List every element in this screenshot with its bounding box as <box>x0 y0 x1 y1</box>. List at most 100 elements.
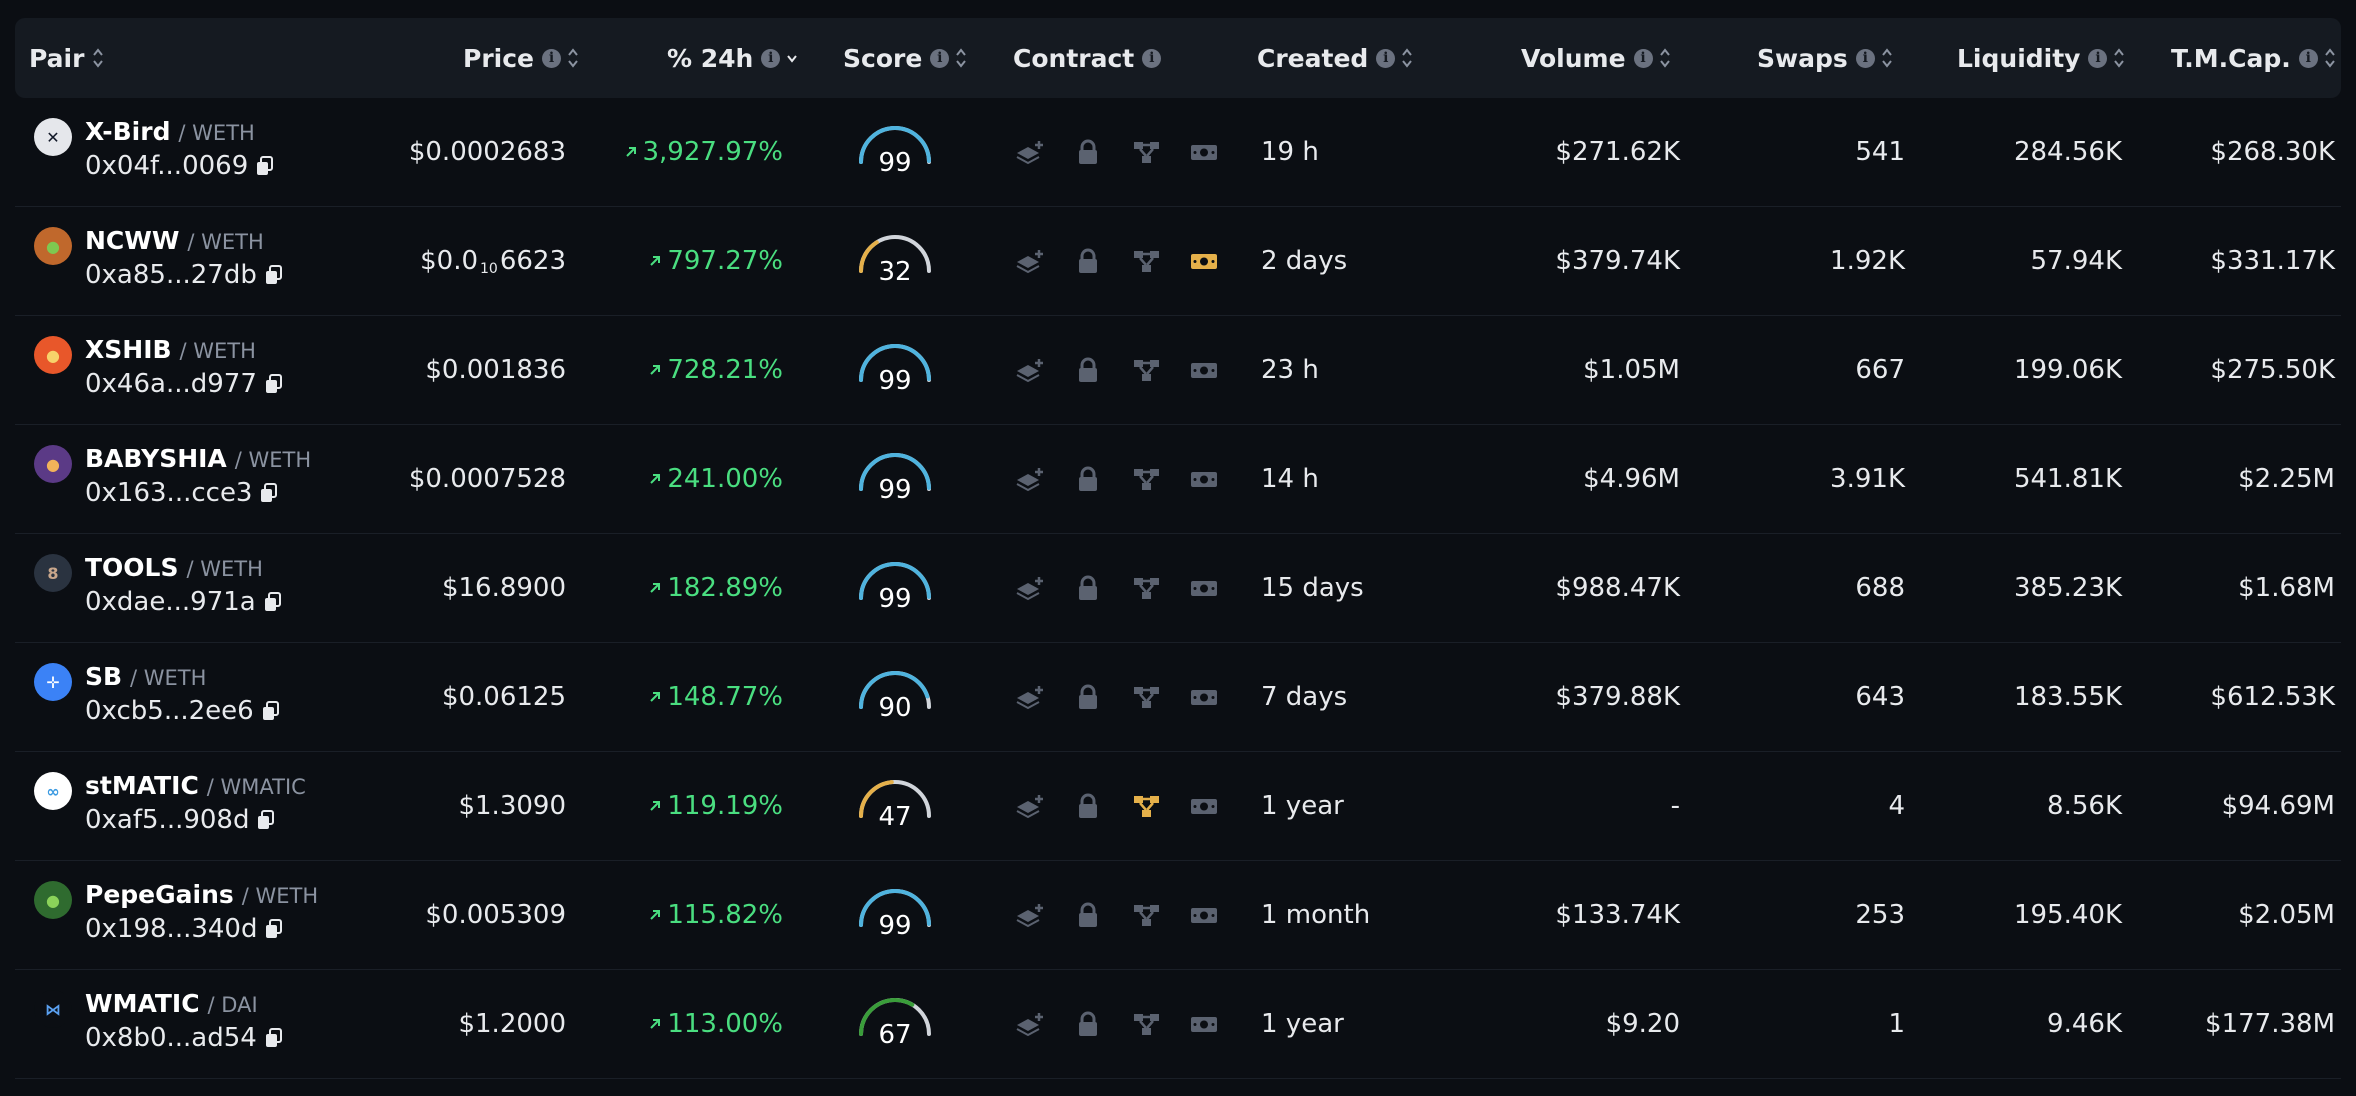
token-symbol[interactable]: SB <box>85 662 122 691</box>
lock-icon[interactable] <box>1073 902 1103 928</box>
network-icon[interactable] <box>1131 466 1161 492</box>
pair-info[interactable]: TOOLS / WETH 0xdae...971a <box>85 552 282 619</box>
table-row[interactable]: ● XSHIB / WETH 0x46a...d977 $0.001836 728.21… <box>15 316 2341 425</box>
info-icon[interactable]: i <box>1376 48 1396 68</box>
copy-icon[interactable] <box>262 701 280 721</box>
lock-icon[interactable] <box>1073 248 1103 274</box>
network-icon[interactable] <box>1131 139 1161 165</box>
table-row[interactable]: ∞ stMATIC / WMATIC 0xaf5...908d $1.3090 119.… <box>15 752 2341 861</box>
token-symbol[interactable]: NCWW <box>85 226 179 255</box>
cash-icon[interactable] <box>1189 684 1219 710</box>
table-row[interactable]: ⋈ WMATIC / DAI 0x8b0...ad54 $1.2000 113.00% 6… <box>15 970 2341 1079</box>
network-icon[interactable] <box>1131 1011 1161 1037</box>
sort-icon[interactable] <box>1881 47 1893 69</box>
network-icon[interactable] <box>1131 793 1161 819</box>
pair-info[interactable]: BABYSHIA / WETH 0x163...cce3 <box>85 443 311 510</box>
copy-icon[interactable] <box>257 810 275 830</box>
pair-info[interactable]: WMATIC / DAI 0x8b0...ad54 <box>85 988 283 1055</box>
layers-plus-icon[interactable] <box>1015 684 1045 710</box>
info-icon[interactable]: i <box>2088 48 2108 68</box>
header-tmcap[interactable]: T.M.Cap. i <box>2171 18 2336 98</box>
info-icon[interactable]: i <box>1142 48 1162 68</box>
network-icon[interactable] <box>1131 357 1161 383</box>
info-icon[interactable]: i <box>2298 48 2318 68</box>
info-icon[interactable]: i <box>930 48 950 68</box>
header-pair[interactable]: Pair <box>29 18 104 98</box>
pair-info[interactable]: SB / WETH 0xcb5...2ee6 <box>85 661 280 728</box>
cash-icon[interactable] <box>1189 357 1219 383</box>
header-created[interactable]: Created i <box>1257 18 1413 98</box>
sort-icon[interactable] <box>2113 47 2125 69</box>
cash-icon[interactable] <box>1189 1011 1219 1037</box>
lock-icon[interactable] <box>1073 466 1103 492</box>
lock-icon[interactable] <box>1073 139 1103 165</box>
layers-plus-icon[interactable] <box>1015 357 1045 383</box>
table-row[interactable]: ● BABYSHIA / WETH 0x163...cce3 $0.0007528 24… <box>15 425 2341 534</box>
token-symbol[interactable]: BABYSHIA <box>85 444 227 473</box>
layers-plus-icon[interactable] <box>1015 793 1045 819</box>
layers-plus-icon[interactable] <box>1015 466 1045 492</box>
header-swaps[interactable]: Swaps i <box>1757 18 1893 98</box>
network-icon[interactable] <box>1131 575 1161 601</box>
pair-info[interactable]: PepeGains / WETH 0x198...340d <box>85 879 318 946</box>
copy-icon[interactable] <box>260 483 278 503</box>
layers-plus-icon[interactable] <box>1015 248 1045 274</box>
pair-info[interactable]: X-Bird / WETH 0x04f...0069 <box>85 116 274 183</box>
token-symbol[interactable]: XSHIB <box>85 335 172 364</box>
chevron-down-icon[interactable] <box>786 47 798 69</box>
table-row[interactable]: ● NCWW / WETH 0xa85...27db $0.0 10 6623 797.27… <box>15 207 2341 316</box>
cash-icon[interactable] <box>1189 902 1219 928</box>
volume-cell: - <box>1435 752 1680 860</box>
lock-icon[interactable] <box>1073 684 1103 710</box>
info-icon[interactable]: i <box>542 48 561 68</box>
layers-plus-icon[interactable] <box>1015 902 1045 928</box>
sort-icon[interactable] <box>1659 47 1671 69</box>
header-liquidity[interactable]: Liquidity i <box>1957 18 2125 98</box>
network-icon[interactable] <box>1131 248 1161 274</box>
sort-icon[interactable] <box>1401 47 1413 69</box>
sort-icon[interactable] <box>955 47 967 69</box>
pair-info[interactable]: XSHIB / WETH 0x46a...d977 <box>85 334 283 401</box>
layers-plus-icon[interactable] <box>1015 139 1045 165</box>
copy-icon[interactable] <box>256 156 274 176</box>
info-icon[interactable]: i <box>1633 48 1653 68</box>
table-row[interactable]: 8 TOOLS / WETH 0xdae...971a $16.8900 182.89%… <box>15 534 2341 643</box>
copy-icon[interactable] <box>264 592 282 612</box>
table-row[interactable]: ✛ SB / WETH 0xcb5...2ee6 $0.06125 148.77% 90 7… <box>15 643 2341 752</box>
lock-icon[interactable] <box>1073 1011 1103 1037</box>
info-icon[interactable]: i <box>1855 48 1875 68</box>
token-symbol[interactable]: TOOLS <box>85 553 179 582</box>
token-symbol[interactable]: PepeGains <box>85 880 234 909</box>
cash-icon[interactable] <box>1189 793 1219 819</box>
cash-icon[interactable] <box>1189 139 1219 165</box>
cash-icon[interactable] <box>1189 575 1219 601</box>
lock-icon[interactable] <box>1073 575 1103 601</box>
pair-info[interactable]: NCWW / WETH 0xa85...27db <box>85 225 283 292</box>
copy-icon[interactable] <box>265 1028 283 1048</box>
table-row[interactable]: ● PepeGains / WETH 0x198...340d $0.005309 11… <box>15 861 2341 970</box>
header-change[interactable]: % 24h i <box>667 18 798 98</box>
lock-icon[interactable] <box>1073 357 1103 383</box>
copy-icon[interactable] <box>265 374 283 394</box>
copy-icon[interactable] <box>265 265 283 285</box>
sort-icon[interactable] <box>2324 47 2336 69</box>
table-row[interactable]: ✕ X-Bird / WETH 0x04f...0069 $0.0002683 3,92… <box>15 98 2341 207</box>
token-symbol[interactable]: WMATIC <box>85 989 200 1018</box>
header-price[interactable]: Price i <box>463 18 579 98</box>
token-symbol[interactable]: X-Bird <box>85 117 170 146</box>
info-icon[interactable]: i <box>761 48 781 68</box>
layers-plus-icon[interactable] <box>1015 575 1045 601</box>
cash-icon[interactable] <box>1189 248 1219 274</box>
copy-icon[interactable] <box>265 919 283 939</box>
token-symbol[interactable]: stMATIC <box>85 771 199 800</box>
lock-icon[interactable] <box>1073 793 1103 819</box>
header-volume[interactable]: Volume i <box>1521 18 1671 98</box>
cash-icon[interactable] <box>1189 466 1219 492</box>
network-icon[interactable] <box>1131 902 1161 928</box>
layers-plus-icon[interactable] <box>1015 1011 1045 1037</box>
sort-icon[interactable] <box>567 47 579 69</box>
sort-icon[interactable] <box>92 47 104 69</box>
header-score[interactable]: Score i <box>843 18 967 98</box>
network-icon[interactable] <box>1131 684 1161 710</box>
pair-info[interactable]: stMATIC / WMATIC 0xaf5...908d <box>85 770 306 837</box>
